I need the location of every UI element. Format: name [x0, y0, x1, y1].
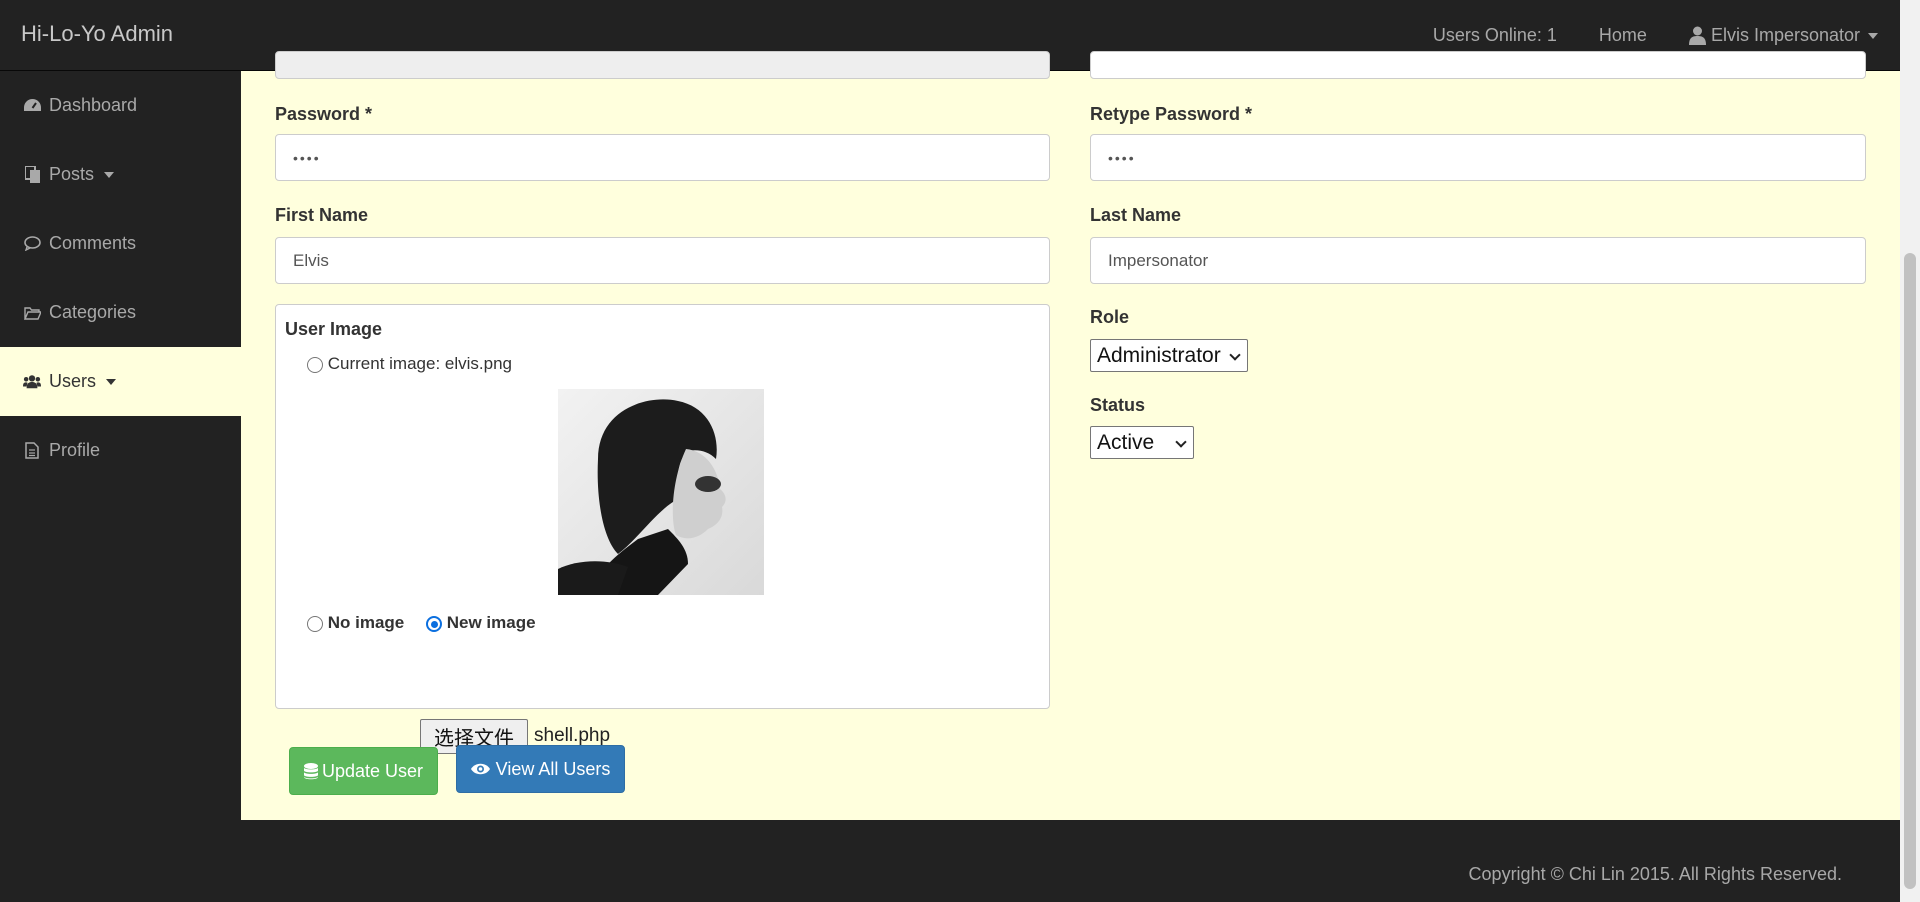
no-image-radio[interactable] — [307, 615, 323, 632]
chevron-down-icon — [106, 378, 117, 385]
username-field[interactable] — [275, 51, 1050, 79]
user-image-panel: User Image Current image: elvis.png No i… — [275, 304, 1050, 709]
last-name-field[interactable]: Impersonator — [1090, 237, 1866, 284]
role-label: Role — [1090, 307, 1130, 327]
password-label: Password * — [275, 104, 373, 124]
user-image-label: User Image — [285, 319, 383, 339]
chevron-down-icon — [1175, 436, 1187, 448]
user-menu-label: Elvis Impersonator — [1710, 25, 1860, 45]
sidebar-item-comments[interactable]: Comments — [0, 209, 241, 278]
sidebar-item-label: Dashboard — [49, 95, 138, 115]
posts-icon — [23, 166, 41, 184]
folder-icon — [23, 304, 41, 322]
new-image-option[interactable]: New image — [426, 613, 536, 633]
no-image-radio-label: No image — [327, 613, 405, 632]
home-link[interactable]: Home — [1599, 25, 1647, 46]
password-field[interactable]: •••• — [275, 134, 1050, 181]
role-select[interactable]: Administrator — [1090, 339, 1248, 372]
chevron-down-icon — [1868, 32, 1878, 39]
users-icon — [23, 373, 41, 391]
eye-icon — [470, 763, 490, 775]
users-online-label: Users Online: 1 — [1432, 25, 1557, 45]
last-name-label: Last Name — [1090, 205, 1182, 225]
sidebar-item-users[interactable]: Users — [0, 347, 241, 416]
sidebar-item-label: Categories — [49, 302, 137, 322]
sidebar: Dashboard Posts Comments Categories User… — [0, 71, 241, 902]
users-online-text: Users Online: 1 — [1433, 25, 1557, 46]
user-menu-dropdown[interactable]: Elvis Impersonator — [1688, 25, 1878, 46]
retype-password-label: Retype Password * — [1090, 104, 1253, 124]
current-image-option[interactable]: Current image: elvis.png — [307, 354, 512, 374]
sidebar-item-label: Comments — [49, 233, 137, 253]
brand-link[interactable]: Hi-Lo-Yo Admin — [21, 21, 173, 47]
file-icon — [23, 442, 41, 460]
update-user-label: Update User — [321, 760, 424, 781]
sidebar-item-label: Users — [49, 371, 97, 391]
sidebar-item-dashboard[interactable]: Dashboard — [0, 71, 241, 140]
main-content: Password * •••• Retype Password * •••• F… — [241, 51, 1900, 820]
sidebar-item-label: Profile — [49, 440, 101, 460]
sidebar-item-label: Posts — [49, 164, 95, 184]
chosen-file-name: shell.php — [534, 725, 611, 746]
sidebar-item-categories[interactable]: Categories — [0, 278, 241, 347]
retype-password-field[interactable]: •••• — [1090, 134, 1866, 181]
page-scrollbar-thumb[interactable] — [1904, 253, 1916, 889]
first-name-field[interactable]: Elvis — [275, 237, 1050, 284]
current-image-radio-label: Current image: elvis.png — [327, 354, 512, 373]
view-all-users-button[interactable]: View All Users — [456, 745, 625, 793]
comment-icon — [23, 235, 41, 253]
chevron-down-icon — [1229, 349, 1241, 361]
footer-copyright: Copyright © Chi Lin 2015. All Rights Res… — [1468, 864, 1842, 884]
no-image-option[interactable]: No image — [307, 613, 404, 633]
email-field[interactable] — [1090, 51, 1866, 79]
database-icon — [303, 762, 318, 780]
role-select-value: Administrator — [1097, 343, 1221, 367]
dashboard-icon — [23, 97, 41, 115]
status-select[interactable]: Active — [1090, 426, 1194, 459]
view-all-users-label: View All Users — [495, 758, 611, 779]
new-image-radio[interactable] — [426, 615, 442, 632]
chevron-down-icon — [104, 171, 115, 178]
sidebar-item-profile[interactable]: Profile — [0, 416, 241, 485]
home-link-label: Home — [1598, 25, 1647, 45]
status-select-value: Active — [1097, 430, 1155, 454]
current-image-radio[interactable] — [307, 356, 323, 373]
user-icon — [1688, 26, 1706, 45]
update-user-button[interactable]: Update User — [289, 747, 438, 795]
first-name-label: First Name — [275, 205, 369, 225]
sidebar-item-posts[interactable]: Posts — [0, 140, 241, 209]
new-image-radio-label: New image — [446, 613, 536, 632]
status-label: Status — [1090, 395, 1146, 415]
user-avatar-image — [558, 389, 764, 595]
